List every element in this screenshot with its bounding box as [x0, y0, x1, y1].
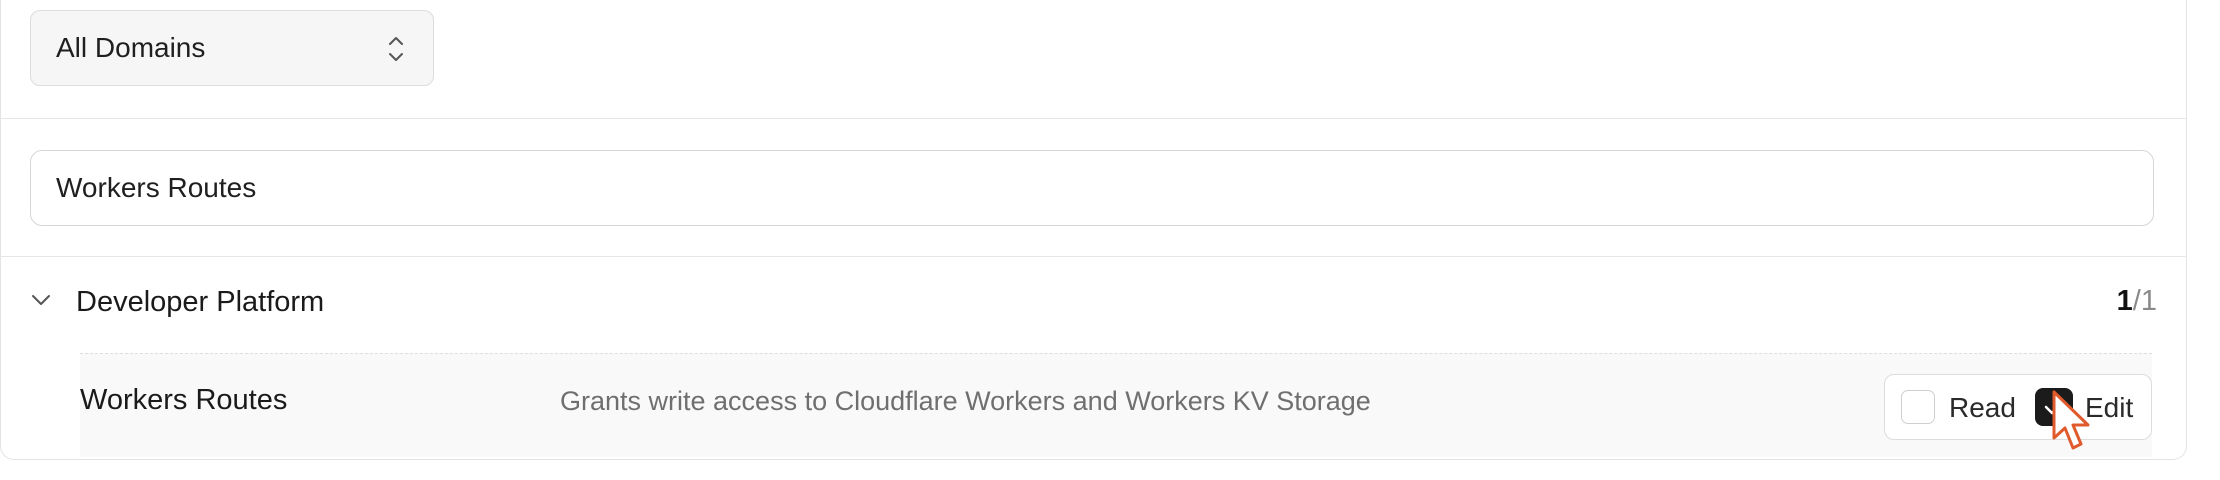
section-divider: [0, 256, 2187, 257]
permission-row-workers-routes: Workers Routes Grants write access to Cl…: [80, 353, 2152, 457]
permission-search-input[interactable]: Workers Routes: [30, 150, 2154, 226]
permission-description: Grants write access to Cloudflare Worker…: [560, 386, 1371, 416]
checkmark-icon: [2044, 399, 2064, 415]
scrollbar-gutter: [2187, 0, 2220, 480]
access-level-group: Read Edit: [1884, 374, 2152, 440]
group-selected-count: 1/1: [2117, 285, 2157, 318]
count-selected: 1: [2116, 285, 2133, 317]
domain-select[interactable]: All Domains: [30, 10, 434, 86]
chevron-down-icon[interactable]: [30, 293, 52, 307]
group-header-developer-platform[interactable]: Developer Platform 1/1: [0, 258, 2187, 348]
read-label[interactable]: Read: [1949, 392, 2016, 424]
edit-label[interactable]: Edit: [2085, 392, 2133, 424]
edit-checkbox[interactable]: [2035, 388, 2073, 426]
domain-select-value: All Domains: [56, 32, 206, 63]
updown-chevron-icon: [389, 37, 403, 61]
count-separator: /: [2132, 285, 2141, 317]
read-checkbox[interactable]: [1901, 390, 1935, 424]
permission-name: Workers Routes: [80, 384, 288, 416]
count-total: 1: [2140, 285, 2157, 317]
section-divider: [0, 118, 2187, 119]
group-title: Developer Platform: [76, 286, 325, 318]
search-input-value: Workers Routes: [56, 172, 257, 203]
